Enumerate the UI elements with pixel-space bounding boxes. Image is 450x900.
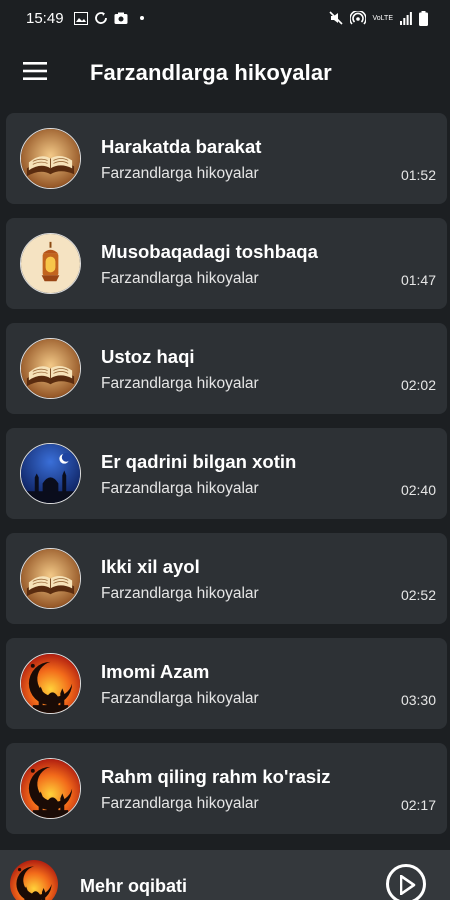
battery-icon: [419, 10, 428, 26]
story-card[interactable]: Harakatda barakat Farzandlarga hikoyalar…: [6, 113, 447, 204]
story-duration: 02:40: [400, 482, 436, 498]
story-duration: 02:17: [400, 797, 436, 813]
story-subtitle: Farzandlarga hikoyalar: [101, 375, 259, 392]
menu-icon: [23, 61, 47, 85]
story-duration: 03:30: [400, 692, 436, 708]
book-art-icon: [20, 338, 81, 399]
menu-button[interactable]: [0, 36, 70, 110]
story-title: Ikki xil ayol: [101, 556, 200, 577]
story-card[interactable]: Imomi Azam Farzandlarga hikoyalar 03:30: [6, 638, 447, 729]
sunset-mosque-art-icon: [20, 758, 81, 819]
story-title: Imomi Azam: [101, 661, 210, 682]
story-title: Er qadrini bilgan xotin: [101, 451, 297, 472]
status-left: 15:49: [26, 10, 144, 27]
story-duration: 01:47: [400, 272, 436, 288]
lantern-art-icon: [20, 233, 81, 294]
story-title: Musobaqadagi toshbaqa: [101, 241, 318, 262]
story-title: Rahm qiling rahm ko'rasiz: [101, 766, 331, 787]
notification-dot: [139, 16, 144, 20]
story-card[interactable]: Ustoz haqi Farzandlarga hikoyalar 02:02: [6, 323, 447, 414]
night-mosque-art-icon: [20, 443, 81, 504]
sunset-mosque-art-icon: [10, 860, 58, 900]
player-title: Mehr oqibati: [80, 876, 187, 896]
camera-icon: [114, 12, 128, 25]
story-duration: 02:52: [400, 587, 436, 603]
story-subtitle: Farzandlarga hikoyalar: [101, 270, 259, 287]
mute-icon: [328, 11, 343, 25]
story-subtitle: Farzandlarga hikoyalar: [101, 690, 259, 707]
mini-player[interactable]: Mehr oqibati: [0, 850, 450, 900]
story-duration: 01:52: [400, 167, 436, 183]
story-list: Harakatda barakat Farzandlarga hikoyalar…: [6, 113, 447, 848]
image-icon: [73, 11, 88, 25]
sync-icon: [94, 11, 108, 25]
story-duration: 02:02: [400, 377, 436, 393]
app-bar: Farzandlarga hikoyalar: [0, 36, 450, 110]
story-subtitle: Farzandlarga hikoyalar: [101, 480, 259, 497]
story-subtitle: Farzandlarga hikoyalar: [101, 795, 259, 812]
book-art-icon: [20, 128, 81, 189]
story-card[interactable]: Rahm qiling rahm ko'rasiz Farzandlarga h…: [6, 743, 447, 834]
play-icon: [400, 875, 416, 895]
status-right: VoLTE: [328, 10, 428, 26]
sunset-mosque-art-icon: [20, 653, 81, 714]
story-subtitle: Farzandlarga hikoyalar: [101, 585, 259, 602]
app-title: Farzandlarga hikoyalar: [90, 60, 332, 85]
book-art-icon: [20, 548, 81, 609]
story-subtitle: Farzandlarga hikoyalar: [101, 165, 259, 182]
story-title: Ustoz haqi: [101, 346, 195, 367]
story-card[interactable]: Ikki xil ayol Farzandlarga hikoyalar 02:…: [6, 533, 447, 624]
story-card[interactable]: Er qadrini bilgan xotin Farzandlarga hik…: [6, 428, 447, 519]
hotspot-icon: [349, 11, 366, 25]
story-card[interactable]: Musobaqadagi toshbaqa Farzandlarga hikoy…: [6, 218, 447, 309]
story-title: Harakatda barakat: [101, 136, 262, 157]
play-button[interactable]: [386, 864, 426, 900]
volte-icon: VoLTE: [372, 14, 394, 22]
status-time: 15:49: [26, 9, 64, 27]
signal-icon: [400, 11, 412, 25]
status-bar: 15:49 VoLTE: [0, 0, 450, 36]
